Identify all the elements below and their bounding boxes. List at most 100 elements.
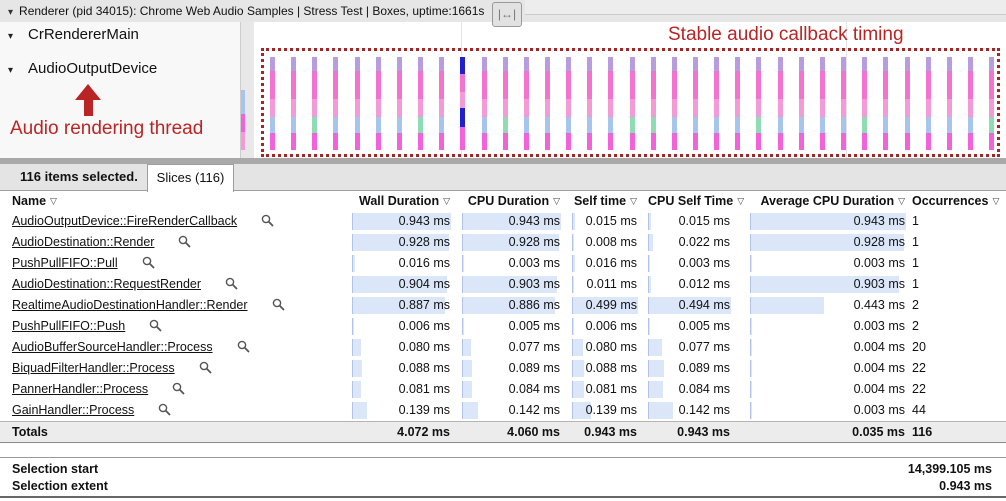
timeline-bar-outlier[interactable] (460, 57, 465, 150)
slice-name-link[interactable]: GainHandler::Process (12, 403, 134, 417)
table-row[interactable]: PushPullFIFO::Pull0.016 ms0.003 ms0.016 … (0, 253, 1006, 274)
timeline-bar[interactable] (503, 57, 508, 150)
timeline-bar[interactable] (778, 57, 783, 150)
timeline-bar[interactable] (672, 57, 677, 150)
timeline-bar[interactable] (630, 57, 635, 150)
timeline-bar[interactable] (756, 57, 761, 150)
timeline-bar[interactable] (905, 57, 910, 150)
timeline-bar[interactable] (947, 57, 952, 150)
timeline-bar[interactable] (651, 57, 656, 150)
slice-name-link[interactable]: PushPullFIFO::Pull (12, 256, 118, 270)
magnifier-icon[interactable] (172, 382, 185, 395)
sort-icon[interactable]: ▽ (992, 196, 999, 206)
cell-cpu: 0.928 ms (462, 232, 560, 253)
timeline-track-area[interactable]: Stable audio callback timing (241, 22, 1006, 158)
timeline-bar[interactable] (355, 57, 360, 150)
table-row[interactable]: AudioDestination::Render0.928 ms0.928 ms… (0, 232, 1006, 253)
table-row[interactable]: BiquadFilterHandler::Process0.088 ms0.08… (0, 358, 1006, 379)
slice-name-link[interactable]: AudioDestination::Render (12, 235, 154, 249)
magnifier-icon[interactable] (199, 361, 212, 374)
value-meter (648, 402, 673, 419)
timeline-bar[interactable] (883, 57, 888, 150)
value-meter (572, 213, 575, 230)
slice-name-link[interactable]: RealtimeAudioDestinationHandler::Render (12, 298, 248, 312)
table-row[interactable]: AudioBufferSourceHandler::Process 0.080 m… (0, 337, 1006, 358)
sort-icon[interactable]: ▽ (443, 196, 450, 206)
cell-self: 0.006 ms (572, 316, 637, 337)
column-header-cpu-self-time[interactable]: CPU Self Time▽ (648, 191, 730, 211)
column-header-cpu-duration[interactable]: CPU Duration▽ (462, 191, 560, 211)
slice-name-link[interactable]: AudioBufferSourceHandler::Process (12, 340, 213, 354)
table-row[interactable]: PannerHandler::Process0.081 ms0.084 ms0.… (0, 379, 1006, 400)
timeline-bar[interactable] (418, 57, 423, 150)
cell-wall: 0.080 ms (352, 337, 450, 358)
table-row[interactable]: GainHandler::Process0.139 ms0.142 ms0.13… (0, 400, 1006, 421)
magnifier-icon[interactable] (178, 235, 191, 248)
sort-icon[interactable]: ▽ (737, 196, 744, 206)
slice-name-link[interactable]: PushPullFIFO::Push (12, 319, 125, 333)
magnifier-icon[interactable] (261, 214, 274, 227)
tab-slices[interactable]: Slices (116) (147, 164, 234, 192)
column-header-wall-duration[interactable]: Wall Duration▽ (352, 191, 450, 211)
cell-wall: 0.887 ms (352, 295, 450, 316)
timeline-bar[interactable] (524, 57, 529, 150)
magnifier-icon[interactable] (158, 403, 171, 416)
timeline-bar[interactable] (989, 57, 994, 150)
timeline-bar[interactable] (841, 57, 846, 150)
timeline-bar[interactable] (270, 57, 275, 150)
timeline-bar[interactable] (376, 57, 381, 150)
audio-rendering-thread-annotation: Audio rendering thread (10, 118, 203, 140)
magnifier-icon[interactable] (237, 340, 250, 353)
slice-name-link[interactable]: BiquadFilterHandler::Process (12, 361, 175, 375)
cell-occurrences: 44 (912, 400, 926, 421)
table-row[interactable]: PushPullFIFO::Push0.006 ms0.005 ms0.006 … (0, 316, 1006, 337)
table-row[interactable]: RealtimeAudioDestinationHandler::Render 0… (0, 295, 1006, 316)
sort-icon[interactable]: ▽ (50, 196, 57, 206)
timeline-bar[interactable] (926, 57, 931, 150)
cell-cpu_self: 0.003 ms (648, 253, 730, 274)
column-header-self-time[interactable]: Self time▽ (572, 191, 637, 211)
sort-icon[interactable]: ▽ (553, 196, 560, 206)
magnifier-icon[interactable] (149, 319, 162, 332)
magnifier-icon[interactable] (225, 277, 238, 290)
timeline-bar[interactable] (291, 57, 296, 150)
column-header-occurrences[interactable]: Occurrences▽ (912, 191, 999, 211)
timeline-bar[interactable] (587, 57, 592, 150)
sort-icon[interactable]: ▽ (630, 196, 637, 206)
timeline-bar[interactable] (608, 57, 613, 150)
sort-icon[interactable]: ▽ (898, 196, 905, 206)
timeline-bar[interactable] (397, 57, 402, 150)
slice-name-link[interactable]: AudioDestination::RequestRender (12, 277, 201, 291)
magnifier-icon[interactable] (272, 298, 285, 311)
column-header-name[interactable]: Name▽ (12, 191, 57, 211)
timeline-bar[interactable] (566, 57, 571, 150)
timeline-bar[interactable] (799, 57, 804, 150)
timeline-bar[interactable] (693, 57, 698, 150)
slice-name-link[interactable]: PannerHandler::Process (12, 382, 148, 396)
timeline-bar[interactable] (312, 57, 317, 150)
track-row-crrenderermain[interactable]: ▾CrRendererMain (8, 26, 139, 43)
timeline-bar[interactable] (482, 57, 487, 150)
timeline-bar[interactable] (714, 57, 719, 150)
timeline-bar[interactable] (968, 57, 973, 150)
timeline-bar[interactable] (862, 57, 867, 150)
column-header-average-cpu-duration[interactable]: Average CPU Duration▽ (750, 191, 905, 211)
track-list-panel: ▾CrRendererMain ▾AudioOutputDevice Audio… (0, 22, 241, 158)
table-row[interactable]: AudioOutputDevice::FireRenderCallback0.9… (0, 211, 1006, 232)
collapse-triangle-icon[interactable]: ▾ (8, 31, 28, 42)
timeline-bar[interactable] (735, 57, 740, 150)
timeline-bar[interactable] (545, 57, 550, 150)
track-row-audiooutputdevice[interactable]: ▾AudioOutputDevice (8, 60, 157, 77)
timeline-bar[interactable] (333, 57, 338, 150)
collapse-triangle-icon[interactable]: ▾ (8, 65, 28, 76)
table-row[interactable]: AudioDestination::RequestRender0.904 ms0… (0, 274, 1006, 295)
resize-handle-button[interactable]: |↔| (492, 2, 522, 27)
collapse-triangle-icon[interactable]: ▾ (8, 7, 13, 18)
value-meter (352, 402, 367, 419)
timeline-bar[interactable] (439, 57, 444, 150)
cell-cpu_self: 0.494 ms (648, 295, 730, 316)
timeline-partial-slice[interactable] (241, 90, 245, 150)
timeline-bar[interactable] (820, 57, 825, 150)
magnifier-icon[interactable] (142, 256, 155, 269)
slice-name-link[interactable]: AudioOutputDevice::FireRenderCallback (12, 214, 237, 228)
